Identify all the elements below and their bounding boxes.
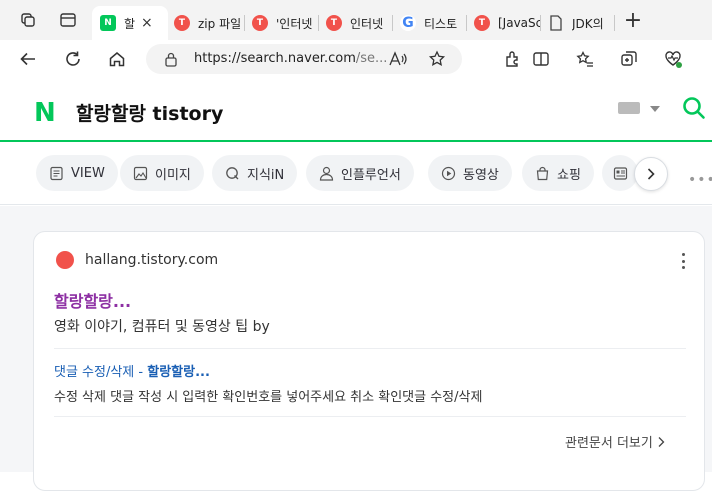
tab-label: [JavaSc <box>498 16 540 30</box>
extensions-icon[interactable] <box>502 48 524 70</box>
more-options-icon[interactable]: ••• <box>688 172 712 188</box>
tab-label: '인터넷 <box>276 16 313 31</box>
tab-label: 인터넷 <box>350 16 384 31</box>
tab-label: 쇼핑 <box>557 167 581 183</box>
chevron-right-button[interactable] <box>634 157 668 191</box>
sub-result-description: 수정 삭제 댓글 작성 시 입력한 확인번호를 넣어주세요 취소 확인댓글 수정… <box>54 390 483 405</box>
naver-favicon-icon: N <box>100 15 116 31</box>
tab-image[interactable]: 이미지 <box>120 155 204 191</box>
tistory-favicon-icon: T <box>174 15 190 31</box>
browser-essentials-icon[interactable] <box>662 48 684 70</box>
tab-3[interactable]: T '인터넷 <box>244 6 318 40</box>
divider <box>54 348 686 349</box>
tab-7[interactable]: JDK의 <box>540 6 612 40</box>
tab-label: zip 파일 <box>198 16 242 31</box>
tab-news-partial[interactable] <box>602 155 638 191</box>
tab-label: 지식iN <box>247 167 285 183</box>
tab-kin[interactable]: 지식iN <box>212 155 298 191</box>
naver-logo[interactable]: N <box>34 98 56 128</box>
kebab-menu-icon[interactable] <box>680 253 686 269</box>
search-header: N 할랑할랑 tistory <box>0 78 712 142</box>
document-favicon-icon <box>548 15 564 31</box>
tab-shopping[interactable]: 쇼핑 <box>522 155 594 191</box>
q-icon <box>224 165 240 181</box>
search-query-input[interactable]: 할랑할랑 tistory <box>76 99 223 126</box>
divider <box>54 416 686 417</box>
refresh-button[interactable] <box>62 48 84 70</box>
tab-label: 티스토 <box>424 16 458 31</box>
lock-icon[interactable] <box>164 51 178 71</box>
related-docs-link[interactable]: 관련문서 더보기 <box>565 432 665 451</box>
play-icon <box>440 165 456 181</box>
tab-label: VIEW <box>71 165 105 181</box>
person-icon <box>318 165 334 181</box>
close-tab-icon[interactable]: × <box>141 15 153 31</box>
tab-2[interactable]: T zip 파일 <box>166 6 242 40</box>
tab-influencer[interactable]: 인플루언서 <box>306 155 414 191</box>
google-favicon-icon: G <box>400 15 416 31</box>
tistory-favicon-icon: T <box>474 15 490 31</box>
back-button[interactable] <box>17 48 39 70</box>
tab-view[interactable]: VIEW <box>36 155 118 191</box>
tab-actions-icon[interactable] <box>58 10 78 30</box>
tab-active[interactable]: N 할 × <box>92 6 168 40</box>
chevron-down-icon[interactable] <box>650 106 660 112</box>
collections-icon[interactable] <box>618 48 640 70</box>
search-icon[interactable] <box>682 96 706 120</box>
tab-label: JDK의 <box>572 16 604 31</box>
bag-icon <box>534 165 550 181</box>
add-favorite-icon[interactable] <box>428 50 446 72</box>
tistory-favicon-icon: T <box>326 15 342 31</box>
keyboard-icon[interactable] <box>618 102 640 114</box>
tab-strip: N 할 × T zip 파일 T '인터넷 T 인터넷 G 티스토 T [Jav… <box>0 0 712 40</box>
home-button[interactable] <box>106 48 128 70</box>
tab-label: 인플루언서 <box>341 167 401 183</box>
sub-result-link[interactable]: 댓글 수정/삭제 - 할랑할랑... <box>54 361 210 380</box>
search-category-tabs: VIEW 이미지 지식iN 인플루언서 동영상 쇼핑 <box>0 143 712 205</box>
read-aloud-icon[interactable] <box>388 50 408 72</box>
image-icon <box>132 165 148 181</box>
tistory-favicon-icon <box>56 251 74 269</box>
result-title-link[interactable]: 할랑할랑... <box>54 288 131 312</box>
split-screen-icon[interactable] <box>530 48 552 70</box>
tab-label: 동영상 <box>463 167 499 183</box>
chevron-right-icon <box>647 168 655 180</box>
tistory-favicon-icon: T <box>252 15 268 31</box>
tab-video[interactable]: 동영상 <box>428 155 512 191</box>
chevron-right-icon <box>658 436 665 447</box>
favorites-icon[interactable] <box>574 48 596 70</box>
tab-5[interactable]: G 티스토 <box>392 6 466 40</box>
address-bar[interactable]: https://search.naver.com/se... <box>146 44 462 74</box>
workspaces-icon[interactable] <box>18 10 38 30</box>
tab-4[interactable]: T 인터넷 <box>318 6 392 40</box>
result-site-url[interactable]: hallang.tistory.com <box>85 252 218 268</box>
tab-label: 할 <box>124 16 136 31</box>
tab-label: 이미지 <box>155 167 191 183</box>
result-description: 영화 이야기, 컴퓨터 및 동영상 팁 by <box>54 319 270 335</box>
news-icon <box>612 165 628 181</box>
address-url: https://search.naver.com/se... <box>194 51 388 66</box>
document-icon <box>48 165 64 181</box>
new-tab-button[interactable]: + <box>623 8 643 33</box>
tab-6[interactable]: T [JavaSc <box>466 6 540 40</box>
